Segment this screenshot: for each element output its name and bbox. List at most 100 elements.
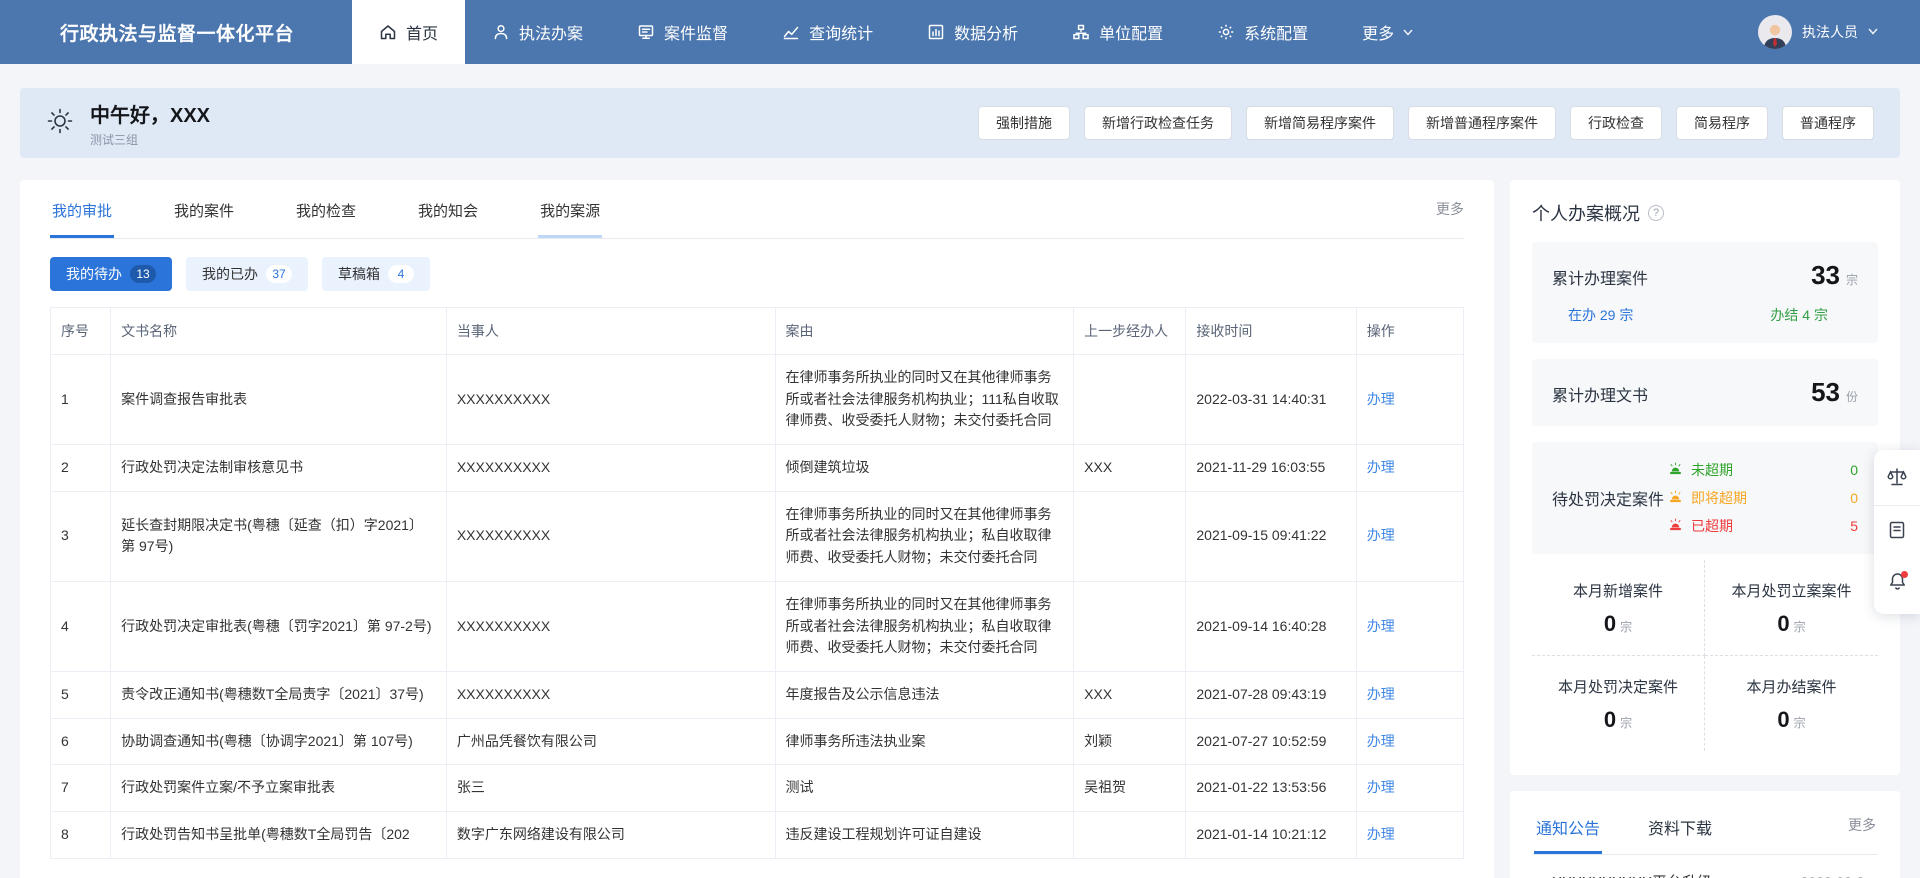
monthly-stat-label: 本月处罚决定案件 [1538, 676, 1698, 697]
cell-actions: 办理 [1356, 355, 1463, 445]
filter-pill-label: 我的待办 [66, 264, 122, 284]
tab-my-notified[interactable]: 我的知会 [416, 180, 480, 238]
quick-button-summary-procedure[interactable]: 简易程序 [1676, 106, 1768, 140]
personal-overview-card: 个人办案概况 ? 累计办理案件 33 宗 在办 29 宗 办结 4 宗 累计办理… [1510, 180, 1900, 775]
tab-my-approvals[interactable]: 我的审批 [50, 180, 114, 238]
cell-doc-name: 案件调查报告审批表 [111, 355, 447, 445]
handle-link[interactable]: 办理 [1367, 733, 1395, 749]
user-menu[interactable]: 执法人员 [1758, 0, 1920, 64]
column-header: 当事人 [446, 308, 775, 355]
quick-button-new-inspection-task[interactable]: 新增行政检查任务 [1084, 106, 1232, 140]
workbench-more-link[interactable]: 更多 [1436, 199, 1464, 219]
notice-tab-downloads[interactable]: 资料下载 [1646, 795, 1714, 854]
handle-link[interactable]: 办理 [1367, 826, 1395, 842]
cell-received-time: 2021-07-27 10:52:59 [1186, 718, 1356, 765]
help-icon[interactable]: ? [1648, 205, 1664, 221]
monthly-stat-label: 本月处罚立案案件 [1711, 580, 1872, 601]
nav-item-label: 查询统计 [809, 20, 873, 44]
pending-decision-box: 待处罚决定案件 未超期0即将超期0已超期5 [1532, 442, 1878, 554]
chevron-down-icon [1403, 29, 1413, 36]
nav-item-home[interactable]: 首页 [352, 0, 465, 64]
cell-received-time: 2021-01-14 10:21:12 [1186, 811, 1356, 858]
monthly-stat-unit: 宗 [1794, 716, 1806, 730]
cell-prev-handler: XXX [1074, 671, 1186, 718]
nav-item-system-config[interactable]: 系统配置 [1190, 0, 1335, 64]
table-row: 5责令改正通知书(粤穗数T全局责字〔2021〕37号)XXXXXXXXXX年度报… [51, 671, 1464, 718]
quick-button-ordinary-procedure[interactable]: 普通程序 [1782, 106, 1874, 140]
document-icon [1887, 520, 1907, 545]
nav-item-label: 数据分析 [954, 20, 1018, 44]
nav-item-label: 执法办案 [519, 20, 583, 44]
total-cases-value: 33 [1811, 260, 1840, 291]
nav-item-case-handling[interactable]: 执法办案 [465, 0, 610, 64]
notice-more-link[interactable]: 更多 [1848, 815, 1876, 835]
cell-cause: 在律师事务所执业的同时又在其他律师事务所或者社会法律服务机构执业；私自收取律师费… [775, 491, 1074, 581]
notice-item-title: XXXXXXXXXX平台升级... [1552, 871, 1793, 878]
cell-doc-name: 协助调查通知书(粤穗〔协调字2021〕第 107号) [111, 718, 447, 765]
active-cases-link[interactable]: 在办 29 宗 [1568, 305, 1633, 325]
pending-item-label: 未超期 [1691, 460, 1733, 480]
notice-item-date: 2022-03-3... [1801, 874, 1877, 878]
avatar [1758, 15, 1792, 49]
notice-item[interactable]: XXXXXXXXXX平台升级... 2022-03-3... [1534, 871, 1876, 878]
total-docs-label: 累计办理文书 [1552, 382, 1648, 406]
tab-my-cases[interactable]: 我的案件 [172, 180, 236, 238]
notifications-button[interactable] [1874, 558, 1920, 610]
table-row: 3延长查封期限决定书(粤穗〔延查（扣）字2021〕第 97号)XXXXXXXXX… [51, 491, 1464, 581]
cell-cause: 倾倒建筑垃圾 [775, 445, 1074, 492]
quick-button-admin-inspection[interactable]: 行政检查 [1570, 106, 1662, 140]
greeting-subtitle: 测试三组 [90, 131, 210, 148]
cell-seq: 7 [51, 765, 111, 812]
overview-title: 个人办案概况 [1532, 200, 1640, 226]
table-row: 4行政处罚决定审批表(粤穗〔罚字2021〕第 97-2号)XXXXXXXXXX在… [51, 581, 1464, 671]
pending-item-overdue: 已超期5 [1668, 516, 1858, 536]
filter-pill-done[interactable]: 我的已办37 [186, 257, 308, 291]
cell-prev-handler [1074, 811, 1186, 858]
quick-actions: 强制措施新增行政检查任务新增简易程序案件新增普通程序案件行政检查简易程序普通程序 [978, 106, 1874, 140]
cell-received-time: 2021-01-22 13:53:56 [1186, 765, 1356, 812]
home-icon [379, 23, 397, 41]
nav-item-case-supervision[interactable]: 案件监督 [610, 0, 755, 64]
column-header: 序号 [51, 308, 111, 355]
scale-icon [1886, 466, 1908, 493]
handle-link[interactable]: 办理 [1367, 618, 1395, 634]
nav-item-more[interactable]: 更多 [1335, 0, 1440, 64]
nav-item-unit-config[interactable]: 单位配置 [1045, 0, 1190, 64]
filter-pill-todo[interactable]: 我的待办13 [50, 257, 172, 291]
notice-tab-notices[interactable]: 通知公告 [1534, 795, 1602, 854]
handle-link[interactable]: 办理 [1367, 391, 1395, 407]
cell-actions: 办理 [1356, 811, 1463, 858]
filter-pill-label: 我的已办 [202, 264, 258, 284]
gear-icon [1217, 23, 1235, 41]
filter-pill-drafts[interactable]: 草稿箱4 [322, 257, 430, 291]
cell-doc-name: 责令改正通知书(粤穗数T全局责字〔2021〕37号) [111, 671, 447, 718]
tab-my-case-sources[interactable]: 我的案源 [538, 180, 602, 238]
pending-item-not-overdue: 未超期0 [1668, 460, 1858, 480]
cell-prev-handler: 吴祖贺 [1074, 765, 1186, 812]
nav-item-data-analysis[interactable]: 数据分析 [900, 0, 1045, 64]
cell-actions: 办理 [1356, 671, 1463, 718]
handle-link[interactable]: 办理 [1367, 459, 1395, 475]
cell-prev-handler [1074, 491, 1186, 581]
total-docs-box: 累计办理文书 53 份 [1532, 359, 1878, 426]
cell-party: XXXXXXXXXX [446, 491, 775, 581]
filter-pills: 我的待办13 我的已办37 草稿箱4 [50, 257, 1464, 291]
scale-tool-button[interactable] [1874, 454, 1920, 506]
column-header: 文书名称 [111, 308, 447, 355]
handle-link[interactable]: 办理 [1367, 527, 1395, 543]
handle-link[interactable]: 办理 [1367, 686, 1395, 702]
handle-link[interactable]: 办理 [1367, 779, 1395, 795]
quick-button-coercive-measures[interactable]: 强制措施 [978, 106, 1070, 140]
nav-item-label: 单位配置 [1099, 20, 1163, 44]
user-name: 执法人员 [1802, 22, 1858, 42]
column-header: 操作 [1356, 308, 1463, 355]
cell-received-time: 2022-03-31 14:40:31 [1186, 355, 1356, 445]
tab-my-inspections[interactable]: 我的检查 [294, 180, 358, 238]
quick-button-new-summary-case[interactable]: 新增简易程序案件 [1246, 106, 1394, 140]
approval-table: 序号文书名称当事人案由上一步经办人接收时间操作 1案件调查报告审批表XXXXXX… [50, 307, 1464, 859]
nav-item-query-stats[interactable]: 查询统计 [755, 0, 900, 64]
cell-prev-handler [1074, 581, 1186, 671]
total-cases-box: 累计办理案件 33 宗 在办 29 宗 办结 4 宗 [1532, 242, 1878, 343]
document-tool-button[interactable] [1874, 506, 1920, 558]
quick-button-new-ordinary-case[interactable]: 新增普通程序案件 [1408, 106, 1556, 140]
